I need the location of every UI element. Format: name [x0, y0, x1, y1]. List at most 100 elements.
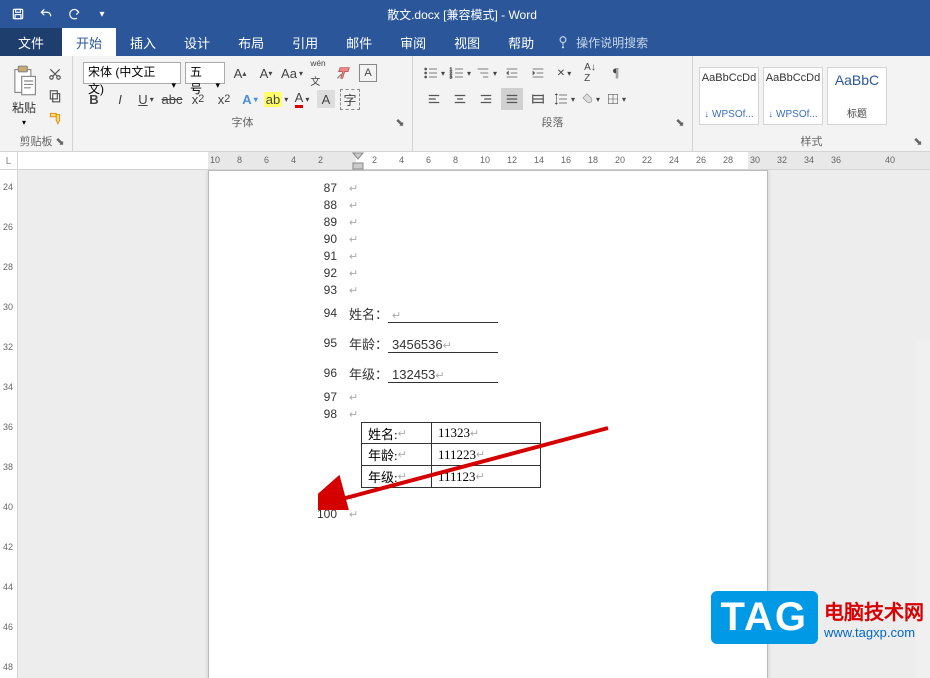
ruler-tick: 40 — [3, 502, 13, 512]
document-line[interactable]: 93↵ — [209, 281, 767, 298]
increase-indent-button[interactable] — [527, 62, 549, 84]
multilevel-list-button[interactable]: ▾ — [475, 62, 497, 84]
table-row[interactable]: 年龄:↵111223↵ — [361, 444, 767, 466]
ruler-tick: 8 — [237, 155, 242, 165]
document-line[interactable]: 97↵ — [209, 388, 767, 405]
document-table[interactable]: 姓名:↵11323↵年龄:↵111223↵年级:↵111123↵ — [361, 422, 767, 488]
document-field-line[interactable]: 95年龄：3456536↵ — [209, 328, 767, 358]
character-shading-button[interactable]: A — [317, 90, 335, 108]
ribbon-group-styles: AaBbCcDd ↓ WPSOf... AaBbCcDd ↓ WPSOf... … — [693, 56, 930, 151]
tab-help[interactable]: 帮助 — [494, 28, 548, 56]
document-line[interactable]: 89↵ — [209, 213, 767, 230]
paragraph-launcher[interactable]: ⬊ — [674, 116, 686, 128]
document-line[interactable]: 98↵ — [209, 405, 767, 422]
strikethrough-button[interactable]: abc — [161, 88, 183, 110]
align-left-button[interactable] — [423, 88, 445, 110]
tab-mailings[interactable]: 邮件 — [332, 28, 386, 56]
borders-button[interactable]: ▾ — [605, 88, 627, 110]
shading-button[interactable]: ▾ — [579, 88, 601, 110]
paste-label: 粘贴 — [12, 99, 36, 116]
style-item-normal2[interactable]: AaBbCcDd ↓ WPSOf... — [763, 67, 823, 125]
first-line-indent-marker[interactable] — [352, 152, 364, 170]
font-launcher[interactable]: ⬊ — [394, 116, 406, 128]
styles-launcher[interactable]: ⬊ — [912, 135, 924, 147]
document-line[interactable]: 90↵ — [209, 230, 767, 247]
cut-button[interactable] — [44, 64, 66, 84]
clear-formatting-button[interactable] — [333, 62, 355, 84]
sort-button[interactable]: A↓Z — [579, 62, 601, 84]
table-row[interactable]: 年级:↵111123↵ — [361, 466, 767, 488]
align-right-button[interactable] — [475, 88, 497, 110]
justify-button[interactable] — [501, 88, 523, 110]
field-value[interactable]: 3456536↵ — [388, 337, 498, 353]
document-field-line[interactable]: 96年级：132453↵ — [209, 358, 767, 388]
phonetic-guide-button[interactable]: wén文 — [307, 62, 329, 84]
grow-font-button[interactable]: A▴ — [229, 62, 251, 84]
ruler-tick: 28 — [3, 262, 13, 272]
redo-button[interactable] — [62, 2, 86, 26]
asian-layout-button[interactable]: ✕▾ — [553, 62, 575, 84]
table-cell-label[interactable]: 姓名:↵ — [361, 422, 431, 444]
style-item-normal1[interactable]: AaBbCcDd ↓ WPSOf... — [699, 67, 759, 125]
bold-button[interactable]: B — [83, 88, 105, 110]
qat-customize-button[interactable]: ▾ — [90, 2, 114, 26]
change-case-button[interactable]: Aa▾ — [281, 62, 303, 84]
clipboard-launcher[interactable]: ⬊ — [54, 135, 66, 147]
decrease-indent-button[interactable] — [501, 62, 523, 84]
document-line[interactable]: 100↵ — [209, 505, 767, 522]
enclose-characters-button[interactable]: A — [359, 64, 377, 82]
paste-button[interactable]: 粘贴 ▾ — [6, 63, 42, 129]
format-painter-button[interactable] — [44, 108, 66, 128]
tab-file[interactable]: 文件 — [0, 28, 62, 56]
style-item-heading[interactable]: AaBbC 标题 — [827, 67, 887, 125]
tab-design[interactable]: 设计 — [170, 28, 224, 56]
field-value[interactable]: 132453↵ — [388, 367, 498, 383]
horizontal-ruler[interactable]: 1086422468101214161820222426283032343640 — [208, 152, 930, 169]
tab-review[interactable]: 审阅 — [386, 28, 440, 56]
tell-me-search[interactable]: 操作说明搜索 — [556, 34, 648, 51]
tab-view[interactable]: 视图 — [440, 28, 494, 56]
tab-layout[interactable]: 布局 — [224, 28, 278, 56]
tab-references[interactable]: 引用 — [278, 28, 332, 56]
font-color-button[interactable]: A▾ — [291, 88, 313, 110]
copy-button[interactable] — [44, 86, 66, 106]
subscript-button[interactable]: x2 — [187, 88, 209, 110]
italic-button[interactable]: I — [109, 88, 131, 110]
field-value[interactable]: ↵ — [388, 307, 498, 323]
tab-home[interactable]: 开始 — [62, 28, 116, 56]
character-border-button[interactable]: 字 — [339, 88, 361, 110]
line-spacing-button[interactable]: ▾ — [553, 88, 575, 110]
distributed-button[interactable] — [527, 88, 549, 110]
table-cell-label[interactable]: 年龄:↵ — [361, 444, 431, 466]
font-size-select[interactable]: 五号▾ — [185, 62, 225, 84]
title-bar: ▾ 散文.docx [兼容模式] - Word — [0, 0, 930, 28]
numbering-button[interactable]: 123▾ — [449, 62, 471, 84]
text-effects-button[interactable]: A▾ — [239, 88, 261, 110]
ruler-tick: 18 — [588, 155, 598, 165]
table-cell-label[interactable]: 年级:↵ — [361, 466, 431, 488]
show-hide-button[interactable]: ¶ — [605, 62, 627, 84]
highlight-button[interactable]: ab▾ — [265, 88, 287, 110]
align-center-button[interactable] — [449, 88, 471, 110]
underline-button[interactable]: U▾ — [135, 88, 157, 110]
tab-selector[interactable]: L — [0, 152, 18, 170]
bullets-button[interactable]: ▾ — [423, 62, 445, 84]
document-line[interactable]: 87↵ — [209, 179, 767, 196]
ruler-tick: 32 — [3, 342, 13, 352]
superscript-button[interactable]: x2 — [213, 88, 235, 110]
table-cell-value[interactable]: 11323↵ — [431, 422, 541, 444]
table-cell-value[interactable]: 111223↵ — [431, 444, 541, 466]
document-line[interactable]: 88↵ — [209, 196, 767, 213]
tab-insert[interactable]: 插入 — [116, 28, 170, 56]
undo-button[interactable] — [34, 2, 58, 26]
save-button[interactable] — [6, 2, 30, 26]
document-line[interactable]: 92↵ — [209, 264, 767, 281]
shrink-font-button[interactable]: A▾ — [255, 62, 277, 84]
font-name-select[interactable]: 宋体 (中文正文)▾ — [83, 62, 181, 84]
vertical-ruler[interactable]: 24262830323436384042444648 — [0, 170, 18, 678]
table-row[interactable]: 姓名:↵11323↵ — [361, 422, 767, 444]
document-field-line[interactable]: 94姓名：↵ — [209, 298, 767, 328]
table-cell-value[interactable]: 111123↵ — [431, 466, 541, 488]
document-line[interactable]: 99↵ — [209, 488, 767, 505]
document-line[interactable]: 91↵ — [209, 247, 767, 264]
